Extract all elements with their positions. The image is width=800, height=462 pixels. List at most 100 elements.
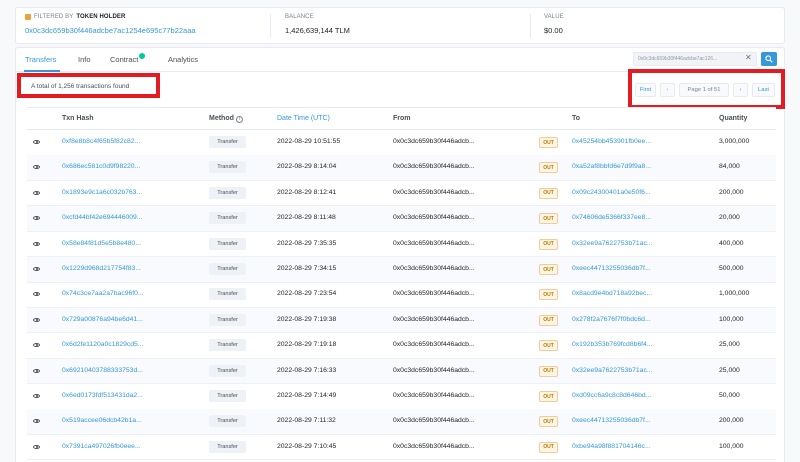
balance-value: 1,426,639,144 TLM: [285, 26, 350, 35]
to-address-link[interactable]: 0xa52af8bbfd6e7d9f9a8...: [572, 163, 651, 170]
to-address-link[interactable]: 0xd09cc6a9c8c8d646bd...: [572, 392, 651, 399]
to-address-link[interactable]: 0x09c24300401a0e50f6...: [572, 189, 651, 196]
direction-badge: OUT: [539, 238, 558, 250]
datetime-cell: 2022-08-29 8:12:41: [277, 188, 337, 196]
holder-section: FILTERED BY TOKEN HOLDER 0x0c3dc659b30f4…: [25, 14, 196, 35]
direction-badge: OUT: [539, 441, 558, 453]
eye-icon[interactable]: [33, 140, 40, 144]
first-page-button[interactable]: First: [635, 83, 656, 97]
quantity-cell: 50,000: [719, 392, 740, 399]
eye-icon[interactable]: [33, 165, 40, 170]
txn-hash-link[interactable]: 0x7391ca497026fb0eee...: [62, 443, 141, 450]
pagination-highlight-box: First ‹ Page 1 of 51 › Last: [628, 69, 785, 109]
eye-icon[interactable]: [33, 216, 40, 221]
quantity-cell: 100,000: [719, 442, 744, 450]
datetime-cell: 2022-08-29 7:10:45: [277, 442, 337, 450]
txn-hash-link[interactable]: 0xf8e8b8c4f65b5f82c82...: [62, 138, 140, 145]
header-txn-hash: Txn Hash: [62, 115, 94, 122]
from-address: 0x0c3dc659b30f446adcb...: [393, 290, 475, 298]
txn-hash-link[interactable]: 0xcfd44bf42e694446009...: [62, 214, 143, 221]
info-icon[interactable]: i: [235, 116, 243, 123]
header-quantity: Quantity: [719, 115, 748, 122]
table-row: 0xf8e8b8c4f65b5f82c82... Transfer 2022-08-…: [27, 130, 776, 156]
method-badge: Transfer: [209, 136, 246, 148]
to-address-link[interactable]: 0x32ee9a7622753b71ac...: [572, 240, 653, 247]
last-page-button[interactable]: Last: [752, 83, 775, 97]
table-row: 0x6ed0173fdf513431da2... Transfer 2022-08-…: [27, 384, 776, 410]
total-transactions-text: A total of 1,256 transactions found: [31, 83, 130, 90]
eye-icon[interactable]: [33, 444, 40, 449]
eye-icon[interactable]: [33, 419, 40, 424]
balance-label: BALANCE: [285, 14, 314, 20]
quantity-cell: 20,000: [719, 214, 740, 222]
method-badge: Transfer: [209, 415, 246, 428]
method-badge: Transfer: [209, 263, 246, 275]
quantity-cell: 200,000: [719, 417, 744, 425]
from-address: 0x0c3dc659b30f446adcb...: [393, 392, 475, 399]
from-address: 0x0c3dc659b30f446adcb...: [393, 239, 475, 247]
quantity-cell: 200,000: [719, 188, 744, 196]
txn-hash-link[interactable]: 0x1229d968d217754f83...: [62, 265, 141, 272]
from-address: 0x0c3dc659b30f446adcb...: [393, 188, 475, 196]
eye-icon[interactable]: [33, 368, 40, 373]
txn-hash-link[interactable]: 0x686ec581c0d9f98220...: [62, 163, 140, 170]
to-address-link[interactable]: 0x45254bb453901fb0ee...: [572, 138, 651, 145]
txn-hash-link[interactable]: 0x6d2fe1120a0c1829cd5...: [62, 341, 144, 348]
next-page-button[interactable]: ›: [733, 83, 748, 97]
to-address-link[interactable]: 0x32ee9a7622753b71ac...: [572, 367, 653, 374]
datetime-cell: 2022-08-29 8:14:04: [277, 163, 337, 171]
to-address-link[interactable]: 0x8acd9e4bd718a92bec...: [572, 290, 652, 297]
tab-transfers[interactable]: Transfers: [25, 55, 56, 64]
to-address-link[interactable]: 0xbe94a98f881704146c...: [572, 443, 651, 450]
to-address-link[interactable]: 0xeec44713255036db7f...: [572, 417, 651, 424]
balance-section: BALANCE 1,426,639,144 TLM: [285, 14, 350, 35]
eye-icon[interactable]: [33, 343, 40, 348]
holder-address-link[interactable]: 0x0c3dc659b30f446adcbe7ac1254e695c77b22a…: [25, 26, 196, 35]
tab-info[interactable]: Info: [78, 55, 91, 64]
tab-contract[interactable]: Contract: [110, 53, 146, 64]
header-method-label: Method: [209, 115, 234, 122]
direction-badge: OUT: [539, 416, 558, 428]
direction-badge: OUT: [539, 340, 558, 352]
datetime-cell: 2022-08-29 7:14:49: [277, 392, 337, 399]
txn-hash-link[interactable]: 0x69210403788333753d...: [62, 367, 143, 374]
table-row: 0x7391ca497026fb0eee... Transfer 2022-08-2…: [27, 435, 776, 461]
value-label: VALUE: [544, 14, 564, 20]
quantity-cell: 25,000: [719, 366, 740, 374]
txn-hash-link[interactable]: 0x6ed0173fdf513431da2...: [62, 392, 143, 399]
table-row: 0x519accee06dcb42b1a... Transfer 2022-08-2…: [27, 409, 776, 435]
to-address-link[interactable]: 0xeec44713255036db7f...: [572, 265, 651, 272]
from-address: 0x0c3dc659b30f446adcb...: [393, 341, 475, 349]
prev-page-button[interactable]: ‹: [660, 83, 675, 97]
datetime-cell: 2022-08-29 7:34:15: [277, 265, 337, 272]
header-datetime[interactable]: Date Time (UTC): [277, 115, 330, 122]
eye-icon[interactable]: [33, 190, 40, 195]
tab-contract-label: Contract: [110, 55, 139, 64]
table-row: 0x686ec581c0d9f98220... Transfer 2022-08-2…: [27, 155, 776, 181]
datetime-cell: 2022-08-29 7:19:18: [277, 341, 337, 349]
address-filter-input[interactable]: 0x0c3dc659b30f446adcbe7ac126...: [633, 52, 757, 66]
to-address-link[interactable]: 0x74606de5366f337ee8...: [572, 214, 651, 221]
txn-hash-link[interactable]: 0x519accee06dcb42b1a...: [62, 417, 142, 424]
direction-badge: OUT: [539, 289, 558, 301]
direction-badge: OUT: [539, 187, 558, 199]
txn-hash-link[interactable]: 0x729a00876a94be6d41...: [62, 316, 143, 323]
eye-icon[interactable]: [33, 317, 40, 322]
eye-icon[interactable]: [33, 292, 40, 297]
clear-icon[interactable]: ✕: [745, 53, 752, 62]
txn-hash-link[interactable]: 0x58e84f81d5e5b8e480...: [62, 240, 141, 247]
table-header: Txn Hash Method i Date Time (UTC) From To…: [27, 107, 776, 130]
txn-hash-link[interactable]: 0x1893e9c1a6c032b763...: [62, 189, 142, 196]
tab-analytics[interactable]: Analytics: [168, 55, 198, 64]
method-badge: Transfer: [209, 212, 246, 225]
search-button[interactable]: [761, 52, 777, 66]
divider: [530, 14, 531, 38]
to-address-link[interactable]: 0x192b353b769fcd8b6f4...: [572, 341, 653, 348]
eye-icon[interactable]: [33, 241, 40, 246]
datetime-cell: 2022-08-29 7:19:38: [277, 315, 337, 323]
eye-icon[interactable]: [33, 394, 40, 398]
holder-label: FILTERED BY TOKEN HOLDER: [25, 14, 196, 20]
txn-hash-link[interactable]: 0x74c3ce7aa2a7bac96f0...: [62, 290, 144, 297]
to-address-link[interactable]: 0x278f2a7676f7f0bdc6d...: [572, 316, 651, 323]
eye-icon[interactable]: [33, 267, 40, 271]
